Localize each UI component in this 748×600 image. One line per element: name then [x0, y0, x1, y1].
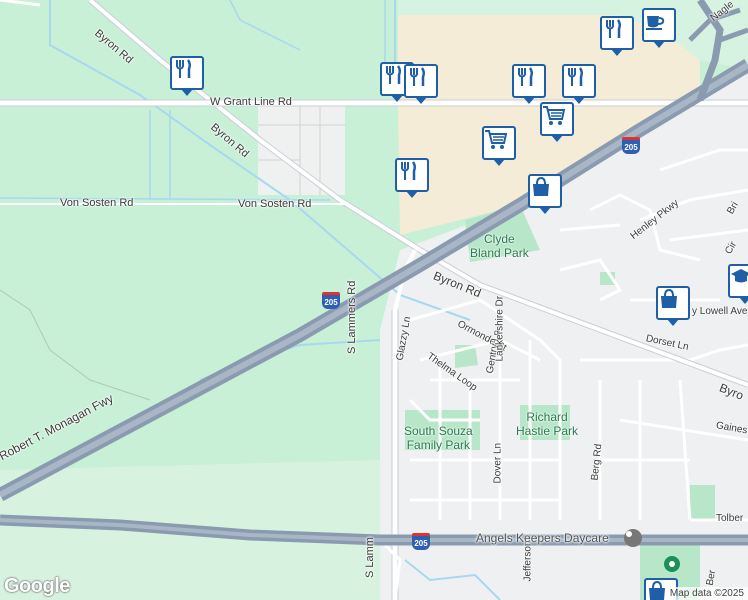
fork-knife-icon: [606, 19, 622, 38]
fork-knife-icon: [518, 67, 534, 86]
place-label-daycare[interactable]: Angels Keepers Daycare: [476, 531, 609, 545]
shopping-pin-2[interactable]: [656, 286, 690, 326]
road-label-jefferson: Jefferson: [522, 540, 534, 582]
shopping-pin-1[interactable]: [528, 174, 562, 214]
shopping-bag-icon: [649, 580, 665, 600]
restaurant-pin-5[interactable]: [512, 64, 546, 104]
map-attribution[interactable]: Map data ©2025: [665, 587, 748, 600]
shopping-cart-icon: [543, 106, 566, 125]
fork-knife-icon: [386, 65, 402, 84]
road-label-von-sosten-east: Von Sosten Rd: [238, 198, 312, 210]
fork-knife-icon: [568, 67, 584, 86]
road-label-lankershire-dr: Lankershire Dr: [494, 295, 506, 362]
map-canvas[interactable]: Byron Rd Byron Rd Byron Rd Byro W Grant …: [0, 0, 748, 600]
shopping-cart-icon: [485, 130, 508, 149]
google-logo: Google: [4, 575, 70, 597]
cafe-pin[interactable]: [642, 8, 676, 48]
highway-shield-205-2: 205: [622, 137, 640, 154]
daycare-marker[interactable]: [624, 529, 642, 547]
place-dot-icon: [669, 561, 675, 567]
park-label-richard-hastie[interactable]: Richard Hastie Park: [516, 410, 578, 438]
fork-knife-icon: [410, 67, 426, 86]
restaurant-pin-3[interactable]: [404, 64, 438, 104]
restaurant-pin-4[interactable]: [395, 158, 429, 198]
map-base-layer: [0, 0, 748, 600]
restaurant-pin-1[interactable]: [170, 56, 204, 96]
restaurant-pin-6[interactable]: [562, 64, 596, 104]
road-label-lowell-ave: y Lowell Ave: [692, 306, 748, 317]
road-label-s-lammers-south: S Lamm: [364, 537, 376, 578]
fork-knife-icon: [176, 59, 192, 78]
road-label-s-lammers-north: S Lammers Rd: [346, 280, 358, 354]
graduation-cap-icon: [731, 269, 748, 283]
green-place-marker[interactable]: [664, 556, 680, 572]
road-label-von-sosten-west: Von Sosten Rd: [60, 197, 134, 209]
park-name-richard-hastie: Richard Hastie Park: [516, 410, 579, 438]
road-label-grant-line: W Grant Line Rd: [210, 96, 292, 108]
restaurant-pin-7[interactable]: [600, 16, 634, 56]
park-name-clyde-bland: Clyde Bland Park: [470, 232, 529, 260]
place-dot-icon: [626, 531, 632, 537]
road-label-dover-ln: Dover Ln: [492, 442, 504, 484]
shopping-bag-icon: [533, 176, 549, 196]
shopping-bag-icon: [661, 288, 677, 308]
highway-shield-205-3: 205: [412, 533, 430, 550]
coffee-cup-icon: [646, 16, 665, 30]
road-label-tolber: Tolber: [716, 513, 744, 524]
park-name-south-souza: South Souza Family Park: [404, 424, 473, 452]
highway-shield-205-1: 205: [322, 292, 340, 309]
school-pin[interactable]: [728, 264, 748, 304]
fork-knife-icon: [401, 161, 417, 180]
park-label-south-souza[interactable]: South Souza Family Park: [404, 424, 473, 452]
grocery-pin-1[interactable]: [482, 126, 516, 166]
park-label-clyde-bland[interactable]: Clyde Bland Park: [470, 232, 529, 260]
grocery-pin-2[interactable]: [540, 102, 574, 142]
